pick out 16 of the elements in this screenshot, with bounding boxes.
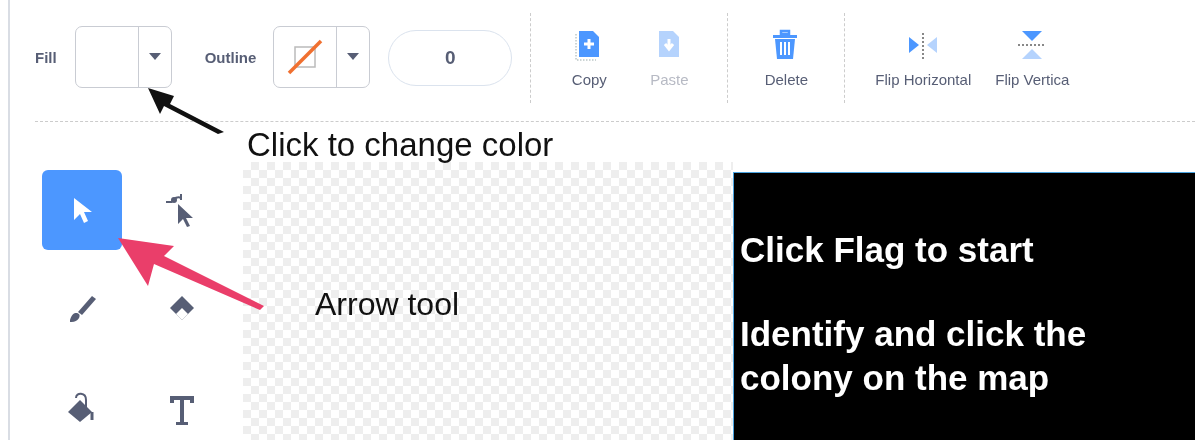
caret-icon	[148, 53, 161, 60]
stage-text: Click Flag to start	[740, 229, 1035, 271]
delete-button[interactable]: Delete	[746, 27, 827, 88]
flip-h-button[interactable]: Flip Horizontal	[863, 27, 984, 88]
fill-label: Fill	[35, 49, 57, 66]
annotation-text: Arrow tool	[315, 286, 460, 323]
fill-color-picker[interactable]	[74, 25, 172, 88]
flip-v-button[interactable]: Flip Vertica	[983, 27, 1082, 88]
copy-button[interactable]: Copy	[549, 27, 630, 88]
outline-label: Outline	[204, 49, 257, 66]
outline-color-picker[interactable]	[273, 25, 371, 88]
stage-text: Identify and click the colony on the map	[740, 313, 1088, 399]
annotation-text: Click to change color	[247, 126, 554, 164]
select-tool-button[interactable]	[42, 170, 122, 250]
caret-icon	[347, 53, 360, 60]
outline-width-field[interactable]: 0	[388, 29, 513, 86]
